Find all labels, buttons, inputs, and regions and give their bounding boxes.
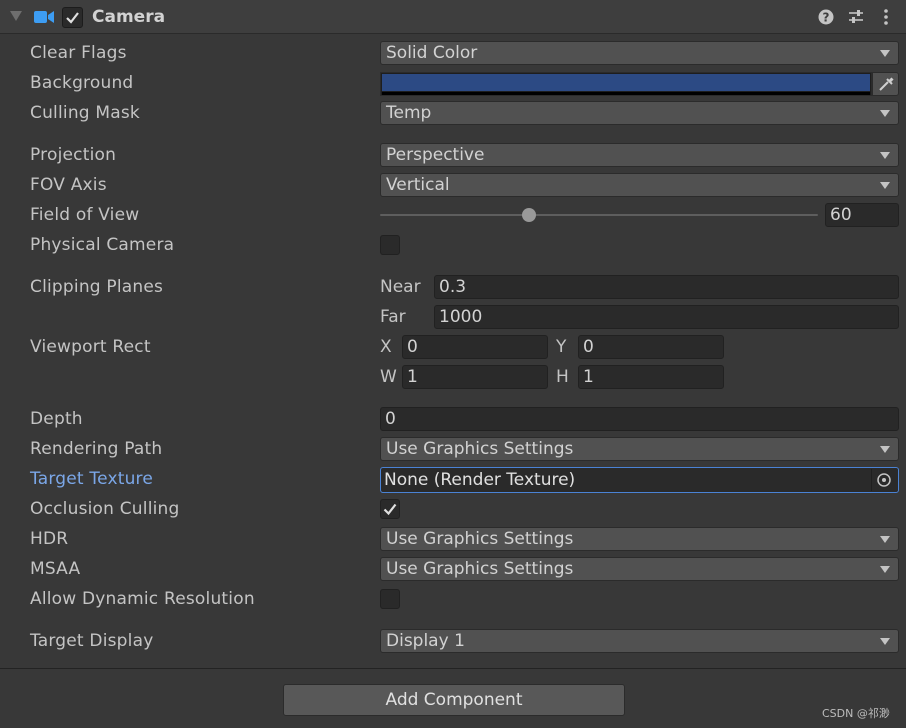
allow-dynamic-resolution-label: Allow Dynamic Resolution xyxy=(30,589,255,609)
dropdown-arrow-icon xyxy=(880,50,890,57)
target-display-label: Target Display xyxy=(30,631,154,651)
camera-inspector: Camera ? Clear Flags Solid Color Backgro… xyxy=(0,0,906,728)
kebab-menu-icon[interactable] xyxy=(877,8,895,26)
dropdown-arrow-icon xyxy=(880,536,890,543)
target-display-dropdown[interactable]: Display 1 xyxy=(380,629,899,653)
target-texture-label: Target Texture xyxy=(30,469,154,489)
clipping-planes-label: Clipping Planes xyxy=(30,277,164,297)
viewport-w-value: 1 xyxy=(407,367,418,387)
background-alpha-bar xyxy=(382,92,870,95)
far-value: 1000 xyxy=(439,307,483,327)
eyedropper-button[interactable] xyxy=(872,72,899,96)
clear-flags-dropdown[interactable]: Solid Color xyxy=(380,41,899,65)
depth-label: Depth xyxy=(30,409,83,429)
occlusion-culling-checkbox[interactable] xyxy=(380,499,400,519)
dropdown-arrow-icon xyxy=(880,638,890,645)
culling-mask-value: Temp xyxy=(386,103,432,123)
watermark: CSDN @祁渺 xyxy=(822,707,890,720)
background-color-field[interactable] xyxy=(380,72,872,96)
component-header[interactable]: Camera ? xyxy=(0,0,906,34)
viewport-x-label: X xyxy=(380,337,392,357)
hdr-value: Use Graphics Settings xyxy=(386,529,574,549)
target-texture-object-field[interactable]: None (Render Texture) xyxy=(380,467,899,493)
projection-label: Projection xyxy=(30,145,117,165)
culling-mask-dropdown[interactable]: Temp xyxy=(380,101,899,125)
viewport-w-label: W xyxy=(380,367,397,387)
dropdown-arrow-icon xyxy=(880,182,890,189)
clear-flags-value: Solid Color xyxy=(386,43,478,63)
checkmark-icon xyxy=(383,503,397,516)
dropdown-arrow-icon xyxy=(880,110,890,117)
background-label: Background xyxy=(30,73,134,93)
field-of-view-slider-thumb[interactable] xyxy=(522,208,536,222)
dropdown-arrow-icon xyxy=(880,152,890,159)
viewport-h-value: 1 xyxy=(583,367,594,387)
camera-icon xyxy=(34,11,54,23)
viewport-y-label: Y xyxy=(556,337,567,357)
component-enabled-checkbox[interactable] xyxy=(62,7,83,28)
field-of-view-slider-track[interactable] xyxy=(380,214,818,216)
physical-camera-label: Physical Camera xyxy=(30,235,175,255)
target-texture-value: None (Render Texture) xyxy=(384,470,576,490)
rendering-path-value: Use Graphics Settings xyxy=(386,439,574,459)
viewport-h-label: H xyxy=(556,367,569,387)
background-color-swatch xyxy=(382,74,870,91)
projection-dropdown[interactable]: Perspective xyxy=(380,143,899,167)
culling-mask-label: Culling Mask xyxy=(30,103,140,123)
projection-value: Perspective xyxy=(386,145,485,165)
viewport-x-input[interactable]: 0 xyxy=(402,335,548,359)
svg-text:?: ? xyxy=(823,11,830,25)
near-input[interactable]: 0.3 xyxy=(434,275,899,299)
preset-sliders-icon[interactable] xyxy=(847,8,865,26)
depth-value: 0 xyxy=(385,409,396,429)
object-picker-button[interactable] xyxy=(871,469,897,491)
viewport-x-value: 0 xyxy=(407,337,418,357)
allow-dynamic-resolution-checkbox[interactable] xyxy=(380,589,400,609)
help-icon[interactable]: ? xyxy=(817,8,835,26)
dropdown-arrow-icon xyxy=(880,446,890,453)
field-of-view-input[interactable]: 60 xyxy=(825,203,899,227)
hdr-label: HDR xyxy=(30,529,69,549)
far-input[interactable]: 1000 xyxy=(434,305,899,329)
viewport-h-input[interactable]: 1 xyxy=(578,365,724,389)
near-label: Near xyxy=(380,277,421,297)
viewport-y-value: 0 xyxy=(583,337,594,357)
rendering-path-label: Rendering Path xyxy=(30,439,163,459)
fov-axis-label: FOV Axis xyxy=(30,175,107,195)
foldout-arrow-icon[interactable] xyxy=(10,11,22,21)
eyedropper-icon xyxy=(879,77,894,91)
viewport-rect-label: Viewport Rect xyxy=(30,337,151,357)
physical-camera-checkbox[interactable] xyxy=(380,235,400,255)
field-of-view-label: Field of View xyxy=(30,205,140,225)
component-title: Camera xyxy=(92,7,166,27)
far-label: Far xyxy=(380,307,406,327)
field-of-view-value: 60 xyxy=(830,205,852,225)
hdr-dropdown[interactable]: Use Graphics Settings xyxy=(380,527,899,551)
occlusion-culling-label: Occlusion Culling xyxy=(30,499,180,519)
msaa-label: MSAA xyxy=(30,559,81,579)
rendering-path-dropdown[interactable]: Use Graphics Settings xyxy=(380,437,899,461)
clear-flags-label: Clear Flags xyxy=(30,43,127,63)
add-component-button[interactable]: Add Component xyxy=(283,684,625,716)
object-picker-icon xyxy=(877,473,891,487)
msaa-dropdown[interactable]: Use Graphics Settings xyxy=(380,557,899,581)
msaa-value: Use Graphics Settings xyxy=(386,559,574,579)
fov-axis-dropdown[interactable]: Vertical xyxy=(380,173,899,197)
near-value: 0.3 xyxy=(439,277,467,297)
viewport-w-input[interactable]: 1 xyxy=(402,365,548,389)
section-divider xyxy=(0,668,906,669)
checkmark-icon xyxy=(66,12,79,24)
viewport-y-input[interactable]: 0 xyxy=(578,335,724,359)
dropdown-arrow-icon xyxy=(880,566,890,573)
depth-input[interactable]: 0 xyxy=(380,407,899,431)
target-display-value: Display 1 xyxy=(386,631,465,651)
fov-axis-value: Vertical xyxy=(386,175,450,195)
